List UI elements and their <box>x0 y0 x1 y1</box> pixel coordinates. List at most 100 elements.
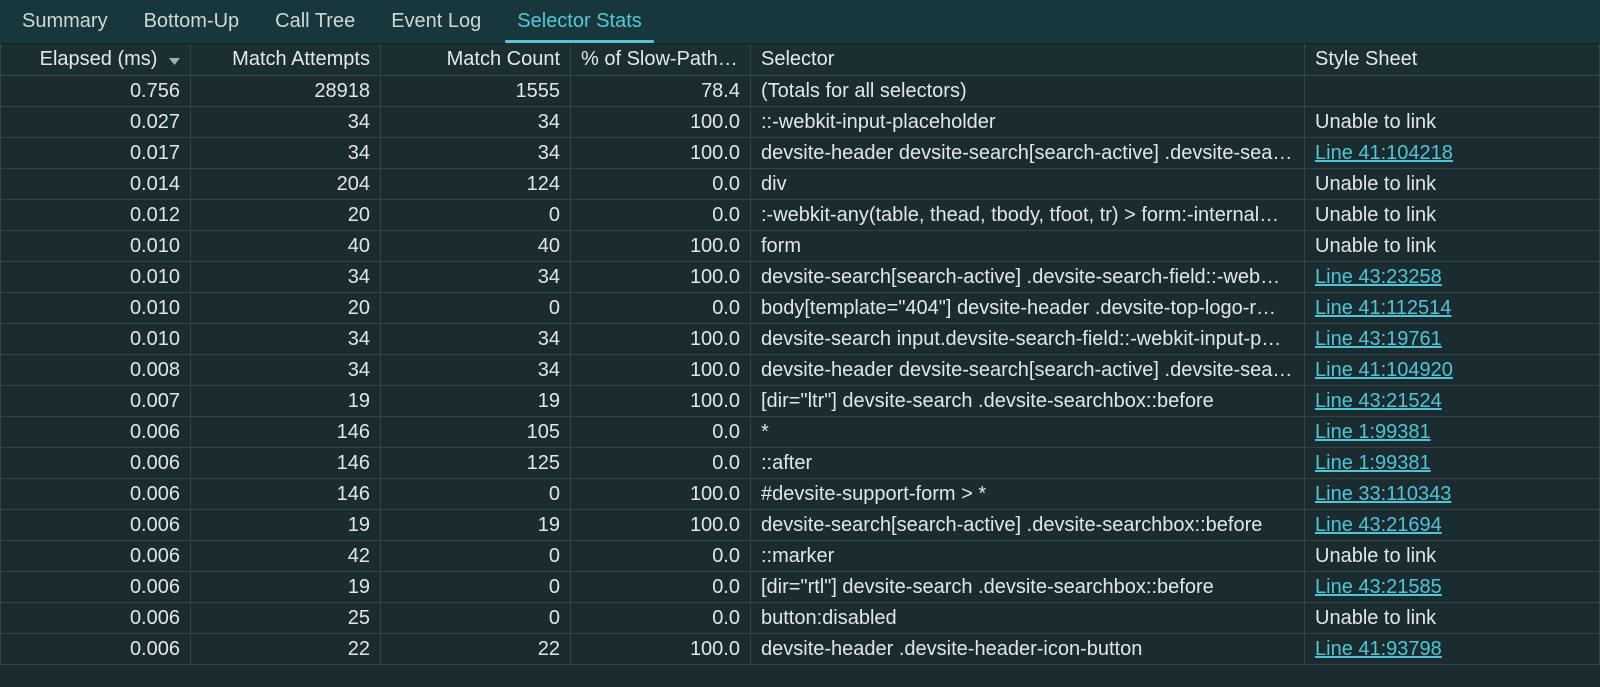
cell-count: 0 <box>381 540 571 571</box>
table-row[interactable]: 0.0064200.0::markerUnable to link <box>1 540 1600 571</box>
column-header-sheet[interactable]: Style Sheet <box>1305 44 1600 75</box>
cell-text: Unable to link <box>1315 235 1436 257</box>
cell-text: 0.006 <box>130 421 180 443</box>
stylesheet-link[interactable]: Line 33:110343 <box>1315 483 1451 505</box>
sort-desc-icon <box>169 58 180 65</box>
tab-bottom-up[interactable]: Bottom-Up <box>126 0 258 43</box>
stylesheet-link[interactable]: Line 43:21524 <box>1315 390 1442 412</box>
cell-sheet[interactable]: Line 41:104920 <box>1305 354 1600 385</box>
cell-elapsed: 0.006 <box>1 447 191 478</box>
cell-slow: 100.0 <box>571 385 751 416</box>
cell-text: 100.0 <box>690 266 740 288</box>
stylesheet-link[interactable]: Line 1:99381 <box>1315 421 1431 443</box>
stylesheet-link[interactable]: Line 41:104920 <box>1315 359 1453 381</box>
cell-sheet[interactable]: Line 41:104218 <box>1305 137 1600 168</box>
table-row[interactable]: 0.0103434100.0devsite-search input.devsi… <box>1 323 1600 354</box>
cell-selector: devsite-header devsite-search[search-act… <box>751 354 1305 385</box>
cell-selector: ::after <box>751 447 1305 478</box>
stylesheet-link[interactable]: Line 43:21585 <box>1315 576 1442 598</box>
stylesheet-link[interactable]: Line 43:23258 <box>1315 266 1442 288</box>
cell-sheet[interactable]: Line 43:19761 <box>1305 323 1600 354</box>
cell-elapsed: 0.010 <box>1 261 191 292</box>
column-header-count[interactable]: Match Count <box>381 44 571 75</box>
cell-text: button:disabled <box>761 607 897 629</box>
cell-text: 100.0 <box>690 514 740 536</box>
cell-sheet[interactable]: Line 43:21694 <box>1305 509 1600 540</box>
cell-text: 0.0 <box>712 421 740 443</box>
stylesheet-link[interactable]: Line 41:104218 <box>1315 142 1453 164</box>
stylesheet-link[interactable]: Line 43:21694 <box>1315 514 1442 536</box>
table-row[interactable]: 0.0061900.0[dir="rtl"] devsite-search .d… <box>1 571 1600 602</box>
stylesheet-link[interactable]: Line 1:99381 <box>1315 452 1431 474</box>
cell-text: 0.010 <box>130 235 180 257</box>
cell-sheet[interactable]: Line 33:110343 <box>1305 478 1600 509</box>
cell-count: 124 <box>381 168 571 199</box>
cell-text: 146 <box>337 483 370 505</box>
cell-text: 0.008 <box>130 359 180 381</box>
table-row[interactable]: 0.0061919100.0devsite-search[search-acti… <box>1 509 1600 540</box>
cell-sheet[interactable]: Line 43:23258 <box>1305 261 1600 292</box>
cell-text: 0 <box>549 607 560 629</box>
cell-attempts: 146 <box>191 478 381 509</box>
table-row[interactable]: 0.0061460100.0#devsite-support-form > *L… <box>1 478 1600 509</box>
table-row[interactable]: 0.0273434100.0::-webkit-input-placeholde… <box>1 106 1600 137</box>
tab-label: Event Log <box>391 10 481 33</box>
table-row[interactable]: 0.0122000.0:-webkit-any(table, thead, tb… <box>1 199 1600 230</box>
cell-slow: 100.0 <box>571 509 751 540</box>
column-header-slow[interactable]: % of Slow-Path N… <box>571 44 751 75</box>
tab-call-tree[interactable]: Call Tree <box>257 0 373 43</box>
cell-text: 42 <box>348 545 370 567</box>
cell-sheet[interactable]: Line 41:112514 <box>1305 292 1600 323</box>
stylesheet-link[interactable]: Line 41:93798 <box>1315 638 1442 660</box>
tab-summary[interactable]: Summary <box>4 0 126 43</box>
table-row[interactable]: 0.75628918155578.4(Totals for all select… <box>1 75 1600 106</box>
cell-sheet[interactable]: Line 1:99381 <box>1305 416 1600 447</box>
table-row[interactable]: 0.0083434100.0devsite-header devsite-sea… <box>1 354 1600 385</box>
cell-count: 0 <box>381 478 571 509</box>
table-row[interactable]: 0.0061461050.0*Line 1:99381 <box>1 416 1600 447</box>
cell-sheet: Unable to link <box>1305 106 1600 137</box>
cell-text: 34 <box>348 359 370 381</box>
cell-count: 105 <box>381 416 571 447</box>
cell-sheet[interactable]: Line 41:93798 <box>1305 633 1600 664</box>
cell-text: 0.014 <box>130 173 180 195</box>
cell-sheet[interactable]: Line 43:21585 <box>1305 571 1600 602</box>
column-header-label: Elapsed (ms) <box>40 48 158 70</box>
column-header-label: Selector <box>761 48 834 70</box>
table-row[interactable]: 0.0102000.0body[template="404"] devsite-… <box>1 292 1600 323</box>
cell-elapsed: 0.006 <box>1 540 191 571</box>
table-row[interactable]: 0.0071919100.0[dir="ltr"] devsite-search… <box>1 385 1600 416</box>
cell-text: Unable to link <box>1315 204 1436 226</box>
cell-text: 0.010 <box>130 328 180 350</box>
cell-text: 146 <box>337 452 370 474</box>
table-row[interactable]: 0.0173434100.0devsite-header devsite-sea… <box>1 137 1600 168</box>
table-row[interactable]: 0.0062500.0button:disabledUnable to link <box>1 602 1600 633</box>
cell-text: 0.0 <box>712 576 740 598</box>
cell-attempts: 34 <box>191 354 381 385</box>
table-row[interactable]: 0.0062222100.0devsite-header .devsite-he… <box>1 633 1600 664</box>
cell-text: 40 <box>538 235 560 257</box>
table-row[interactable]: 0.0142041240.0divUnable to link <box>1 168 1600 199</box>
cell-slow: 100.0 <box>571 633 751 664</box>
tab-event-log[interactable]: Event Log <box>373 0 499 43</box>
stylesheet-link[interactable]: Line 41:112514 <box>1315 297 1451 319</box>
cell-text: 0.027 <box>130 111 180 133</box>
cell-elapsed: 0.027 <box>1 106 191 137</box>
cell-sheet[interactable]: Line 43:21524 <box>1305 385 1600 416</box>
cell-text: 34 <box>348 328 370 350</box>
table-row[interactable]: 0.0104040100.0formUnable to link <box>1 230 1600 261</box>
cell-text: 204 <box>337 173 370 195</box>
stylesheet-link[interactable]: Line 43:19761 <box>1315 328 1442 350</box>
cell-elapsed: 0.006 <box>1 509 191 540</box>
cell-text: devsite-search input.devsite-search-fiel… <box>761 328 1281 350</box>
cell-text: 100.0 <box>690 483 740 505</box>
cell-sheet[interactable]: Line 1:99381 <box>1305 447 1600 478</box>
table-row[interactable]: 0.0103434100.0devsite-search[search-acti… <box>1 261 1600 292</box>
cell-slow: 100.0 <box>571 261 751 292</box>
table-row[interactable]: 0.0061461250.0::afterLine 1:99381 <box>1 447 1600 478</box>
tab-selector-stats[interactable]: Selector Stats <box>499 0 660 43</box>
cell-text: (Totals for all selectors) <box>761 80 967 102</box>
column-header-elapsed[interactable]: Elapsed (ms) <box>1 44 191 75</box>
column-header-selector[interactable]: Selector <box>751 44 1305 75</box>
column-header-attempts[interactable]: Match Attempts <box>191 44 381 75</box>
